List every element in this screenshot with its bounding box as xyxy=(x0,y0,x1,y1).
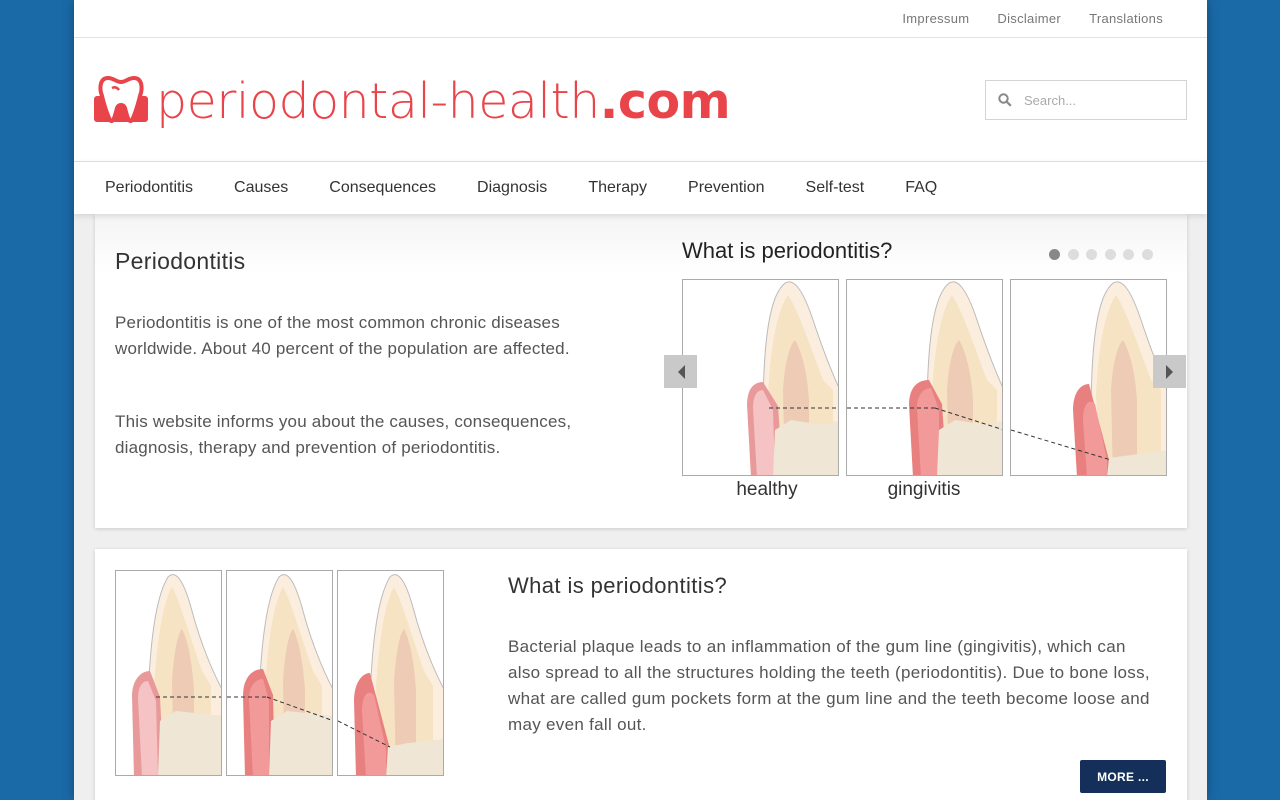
tooth-periodontitis-illustration xyxy=(1011,281,1166,475)
slider-dot[interactable] xyxy=(1123,249,1134,260)
slider-dot[interactable] xyxy=(1141,249,1153,260)
slider-dot[interactable] xyxy=(1049,249,1060,260)
slide-image-periodontitis xyxy=(1010,279,1167,476)
more-button[interactable]: MORE ... xyxy=(1080,760,1166,793)
tooth-logo-icon xyxy=(94,75,148,123)
tooth-healthy-illustration xyxy=(747,281,838,475)
logo-tld: .com xyxy=(599,72,731,130)
nav-item-faq[interactable]: FAQ xyxy=(905,179,937,197)
main-nav: Periodontitis Causes Consequences Diagno… xyxy=(74,162,1207,214)
nav-item-diagnosis[interactable]: Diagnosis xyxy=(477,179,547,197)
disclaimer-link[interactable]: Disclaimer xyxy=(997,11,1061,26)
page: Impressum Disclaimer Translations period… xyxy=(74,0,1207,800)
info-section: What is periodontitis? Bacterial plaque … xyxy=(95,549,1187,800)
top-bar: Impressum Disclaimer Translations xyxy=(74,0,1207,38)
search-input[interactable] xyxy=(1024,92,1174,108)
translations-link[interactable]: Translations xyxy=(1089,11,1163,26)
slider-next-button[interactable] xyxy=(1153,355,1186,388)
impressum-link[interactable]: Impressum xyxy=(902,11,969,26)
search-icon[interactable] xyxy=(998,93,1012,107)
slide-label-healthy: healthy xyxy=(736,479,798,500)
logo-text: periodontal-health.com xyxy=(156,72,731,130)
nav-item-causes[interactable]: Causes xyxy=(234,179,288,197)
info-image-periodontitis xyxy=(337,570,444,776)
slider-dot[interactable] xyxy=(1104,249,1116,260)
slide-label-gingivitis: gingivitis xyxy=(887,479,961,500)
site-logo[interactable]: periodontal-health.com xyxy=(94,72,731,130)
chevron-right-icon xyxy=(1165,364,1173,379)
search-box xyxy=(985,80,1187,120)
info-image-healthy xyxy=(115,570,222,776)
nav-item-consequences[interactable]: Consequences xyxy=(329,179,436,197)
info-title: What is periodontitis? xyxy=(508,573,728,598)
header: periodontal-health.com xyxy=(74,38,1207,162)
nav-item-periodontitis[interactable]: Periodontitis xyxy=(105,179,193,197)
logo-name: periodontal-health xyxy=(156,72,600,130)
tooth-periodontitis-illustration xyxy=(338,574,443,775)
nav-item-therapy[interactable]: Therapy xyxy=(588,179,647,197)
hero-title: Periodontitis xyxy=(115,248,246,274)
slider-dot[interactable] xyxy=(1067,249,1079,260)
info-paragraph: Bacterial plaque leads to an inflammatio… xyxy=(508,637,1150,734)
hero-section: Periodontitis Periodontitis is one of th… xyxy=(95,214,1187,528)
slider-dot[interactable] xyxy=(1086,249,1097,260)
slide-image-gingivitis xyxy=(846,279,1003,476)
tooth-gingivitis-illustration xyxy=(227,574,332,775)
hero-paragraph: This website informs you about the cause… xyxy=(115,412,572,457)
chevron-left-icon xyxy=(677,364,685,379)
tooth-healthy-illustration xyxy=(132,574,221,775)
nav-item-self-test[interactable]: Self-test xyxy=(806,179,865,197)
hero-paragraph: Periodontitis is one of the most common … xyxy=(115,313,570,358)
slide-image-healthy xyxy=(682,279,839,476)
slider-dots xyxy=(1049,249,1160,260)
tooth-gingivitis-illustration xyxy=(847,281,1002,475)
slider-prev-button[interactable] xyxy=(664,355,697,388)
slider-title: What is periodontitis? xyxy=(682,238,893,263)
nav-item-prevention[interactable]: Prevention xyxy=(688,179,765,197)
info-image-gingivitis xyxy=(226,570,333,776)
